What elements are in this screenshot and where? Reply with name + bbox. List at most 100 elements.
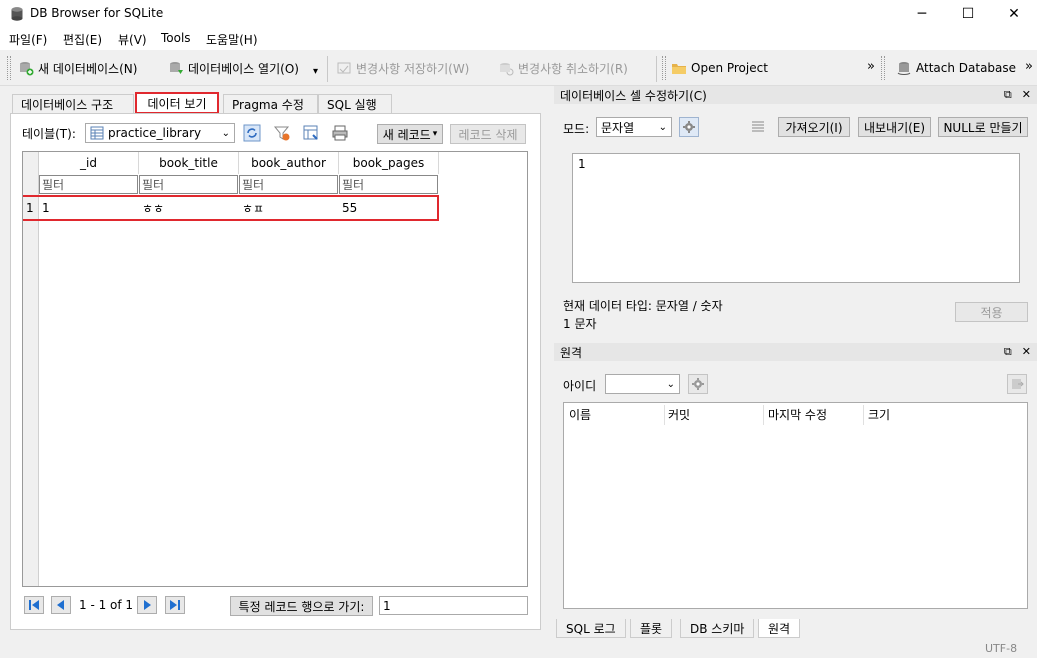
write-changes-label: 변경사항 저장하기(W) <box>356 61 470 76</box>
attach-database-button[interactable]: Attach Database <box>896 59 1016 77</box>
toolbar-grip[interactable] <box>881 56 885 80</box>
new-record-button[interactable]: 새 레코드 ▾ <box>377 124 443 144</box>
word-wrap-button[interactable] <box>748 117 768 137</box>
minimize-icon: ─ <box>917 6 927 22</box>
mode-select[interactable]: 문자열 ⌄ <box>596 117 672 137</box>
column-header-book-pages[interactable]: book_pages <box>339 152 439 174</box>
remote-column-last-modified[interactable]: 마지막 수정 <box>768 406 827 423</box>
float-dock-icon[interactable]: ⧉ <box>1004 345 1012 359</box>
tab-remote[interactable]: 원격 <box>758 619 801 638</box>
row-number: 1 <box>26 201 34 215</box>
filter-input-id[interactable]: 필터 <box>39 175 138 194</box>
column-header-book-author[interactable]: book_author <box>239 152 339 174</box>
apply-label: 적용 <box>980 305 1003 320</box>
table-row[interactable]: 1 1 ㅎㅎ ㅎㅍ 55 <box>23 195 439 221</box>
toolbar-grip[interactable] <box>662 56 666 80</box>
float-dock-icon[interactable]: ⧉ <box>1004 88 1012 102</box>
tab-edit-pragmas[interactable]: Pragma 수정 <box>223 94 318 114</box>
save-table-icon <box>303 125 318 140</box>
minimize-button[interactable]: ─ <box>899 0 945 28</box>
close-dock-icon[interactable]: ✕ <box>1022 88 1031 102</box>
open-database-button[interactable]: 데이터베이스 열기(O) <box>168 59 299 77</box>
cell-book-pages[interactable]: 55 <box>339 197 439 219</box>
revert-changes-button[interactable]: 변경사항 취소하기(R) <box>498 59 628 77</box>
push-database-icon <box>1012 379 1024 389</box>
open-project-icon <box>672 64 686 74</box>
encoding-status: UTF-8 <box>985 642 1018 655</box>
menu-view[interactable]: 뷰(V) <box>118 31 147 48</box>
menu-help[interactable]: 도움말(H) <box>206 31 258 48</box>
filter-input-book-author[interactable]: 필터 <box>239 175 338 194</box>
menu-bar: 파일(F) 편집(E) 뷰(V) Tools 도움말(H) <box>0 28 1037 50</box>
remote-column-commit[interactable]: 커밋 <box>668 406 690 423</box>
set-null-button[interactable]: NULL로 만들기 <box>938 117 1028 137</box>
menu-file[interactable]: 파일(F) <box>9 31 47 48</box>
data-type-info: 현재 데이터 타입: 문자열 / 숫자 <box>563 299 723 313</box>
title-bar: DB Browser for SQLite ─ ☐ ✕ <box>0 0 1037 28</box>
write-changes-icon <box>337 62 351 74</box>
maximize-button[interactable]: ☐ <box>945 0 991 28</box>
delete-record-button[interactable]: 레코드 삭제 <box>450 124 526 144</box>
open-project-button[interactable]: Open Project <box>671 59 768 77</box>
cell-book-author[interactable]: ㅎㅍ <box>239 197 339 219</box>
go-to-record-input[interactable]: 1 <box>379 596 528 615</box>
menu-edit[interactable]: 편집(E) <box>63 31 102 48</box>
filter-input-book-pages[interactable]: 필터 <box>339 175 438 194</box>
text-lines-icon <box>752 121 764 132</box>
push-database-button[interactable] <box>1007 374 1027 394</box>
revert-changes-label: 변경사항 취소하기(R) <box>518 61 628 76</box>
auto-switch-mode-button[interactable] <box>679 117 699 137</box>
column-header-book-title[interactable]: book_title <box>139 152 239 174</box>
import-button[interactable]: 가져오기(I) <box>778 117 850 137</box>
tab-execute-sql[interactable]: SQL 실행 <box>318 94 392 114</box>
export-button[interactable]: 내보내기(E) <box>858 117 931 137</box>
next-record-button[interactable] <box>137 596 157 614</box>
new-database-button[interactable]: 새 데이터베이스(N) <box>18 59 137 77</box>
print-button[interactable] <box>330 123 350 143</box>
write-changes-button[interactable]: 변경사항 저장하기(W) <box>336 59 469 77</box>
first-record-button[interactable] <box>24 596 44 614</box>
tab-label: DB 스키마 <box>690 621 745 636</box>
refresh-icon <box>243 124 261 142</box>
filter-input-book-title[interactable]: 필터 <box>139 175 238 194</box>
tab-plot[interactable]: 플롯 <box>630 619 673 638</box>
close-icon: ✕ <box>1008 6 1020 22</box>
chevron-down-icon: ⌄ <box>666 378 675 390</box>
column-header-id[interactable]: _id <box>39 152 139 174</box>
remote-dock-title: 원격 <box>560 345 583 360</box>
cell-book-title[interactable]: ㅎㅎ <box>139 197 239 219</box>
table-select[interactable]: practice_library ⌄ <box>85 123 235 143</box>
remote-column-size[interactable]: 크기 <box>868 406 890 423</box>
last-record-button[interactable] <box>165 596 185 614</box>
apply-button[interactable]: 적용 <box>955 302 1028 322</box>
attach-database-label: Attach Database <box>916 61 1017 75</box>
remote-database-list[interactable]: 이름 커밋 마지막 수정 크기 <box>563 402 1028 609</box>
tab-sql-log[interactable]: SQL 로그 <box>556 619 626 638</box>
toolbar-overflow-button[interactable]: » <box>867 59 875 74</box>
open-database-dropdown-arrow[interactable]: ▾ <box>313 66 318 77</box>
toolbar-overflow-button[interactable]: » <box>1025 59 1033 74</box>
open-project-label: Open Project <box>691 61 768 75</box>
menu-tools[interactable]: Tools <box>161 31 191 45</box>
close-button[interactable]: ✕ <box>991 0 1037 28</box>
tab-database-structure[interactable]: 데이터베이스 구조 <box>12 94 134 114</box>
refresh-button[interactable] <box>242 123 262 143</box>
cell-editor-textarea[interactable]: 1 <box>572 153 1020 283</box>
tab-label: SQL 로그 <box>566 621 616 636</box>
tab-db-schema[interactable]: DB 스키마 <box>680 619 755 638</box>
previous-record-button[interactable] <box>51 596 71 614</box>
remote-column-name[interactable]: 이름 <box>569 406 591 423</box>
save-view-button[interactable] <box>301 123 321 143</box>
identity-settings-button[interactable] <box>688 374 708 394</box>
toolbar-grip[interactable] <box>7 56 11 80</box>
tab-browse-data[interactable]: 데이터 보기 <box>135 92 219 114</box>
tab-label: SQL 실행 <box>327 98 377 112</box>
attach-database-icon <box>897 62 911 75</box>
go-to-record-button[interactable]: 특정 레코드 행으로 가기: <box>230 596 373 616</box>
data-grid[interactable]: _id book_title book_author book_pages 필터… <box>22 151 528 587</box>
clear-filters-button[interactable] <box>272 123 292 143</box>
identity-select[interactable]: ⌄ <box>605 374 680 394</box>
cell-id[interactable]: 1 <box>39 197 139 219</box>
close-dock-icon[interactable]: ✕ <box>1022 345 1031 359</box>
gear-icon <box>683 121 695 133</box>
